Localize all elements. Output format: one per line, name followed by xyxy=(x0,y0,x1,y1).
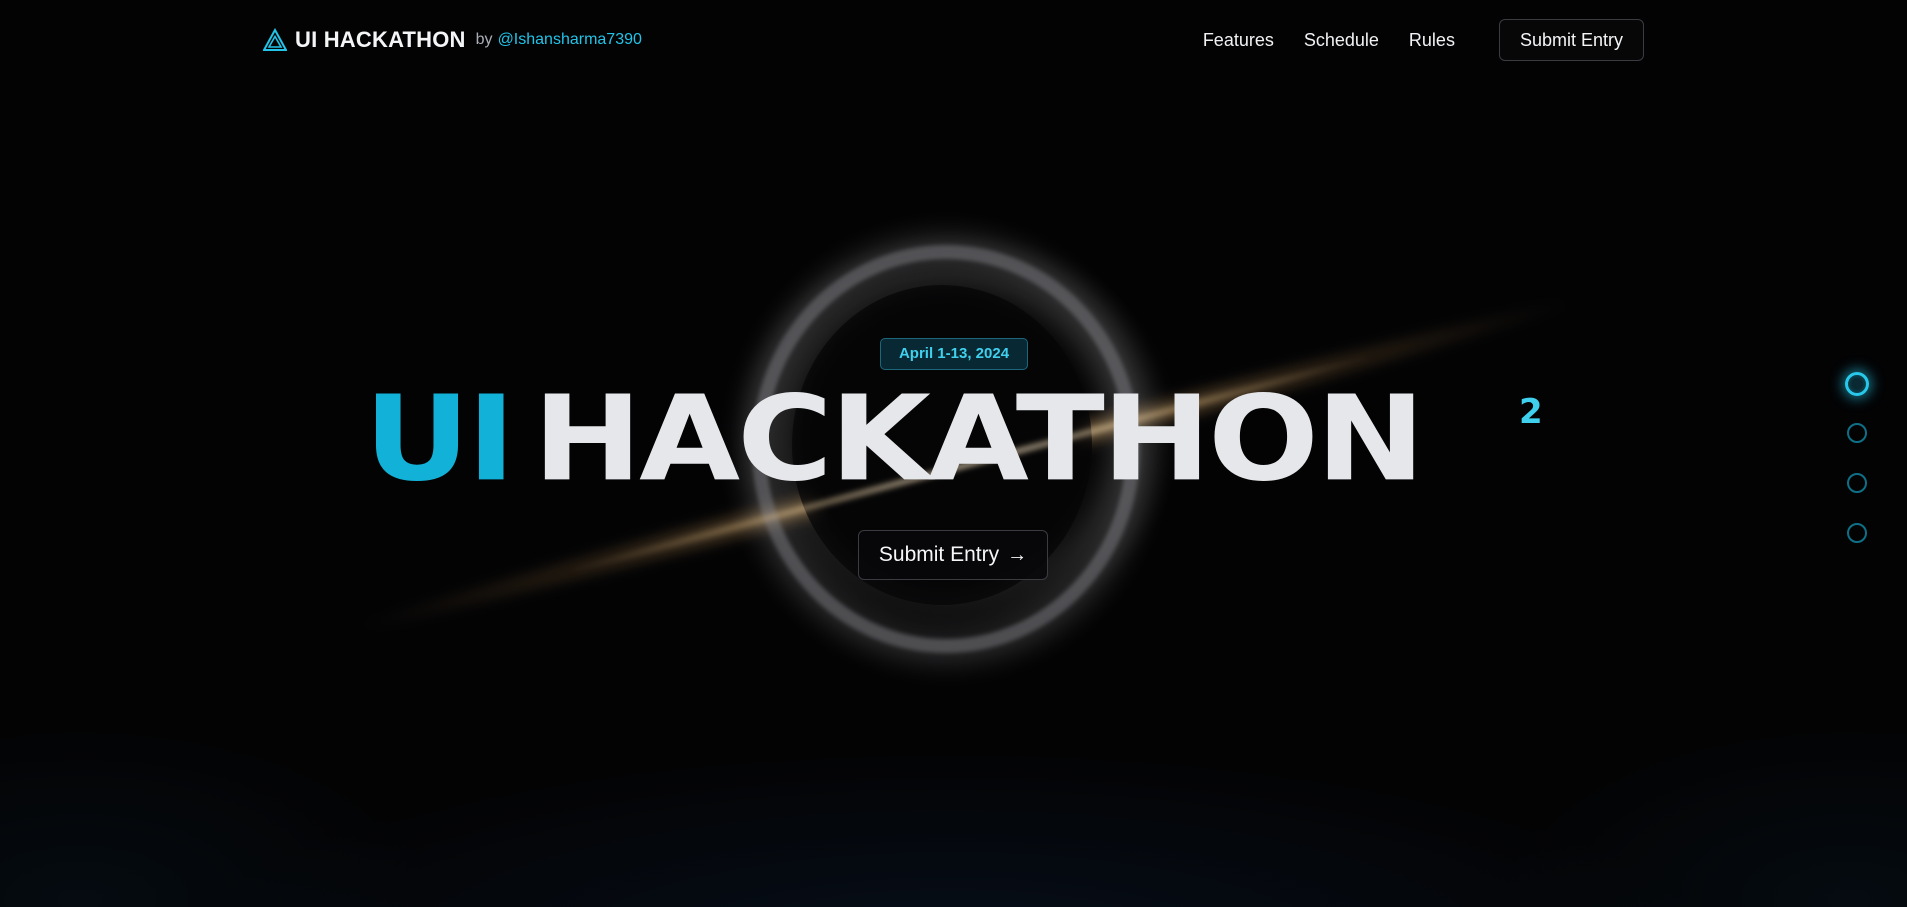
hero-title-accent: UI xyxy=(364,370,516,508)
submit-entry-label: Submit Entry xyxy=(878,543,1000,566)
section-dot-1[interactable] xyxy=(1845,372,1869,396)
section-dot-4[interactable] xyxy=(1847,523,1867,543)
brand-title: UI HACKATHON xyxy=(295,27,466,52)
submit-entry-nav-button[interactable]: Submit Entry xyxy=(1498,19,1644,61)
hero-title-superscript: 2 xyxy=(1519,392,1543,432)
section-dot-2[interactable] xyxy=(1847,423,1867,443)
submit-entry-button[interactable]: Submit Entry → xyxy=(858,530,1048,580)
hero-title-main: HACKATHON xyxy=(532,370,1425,508)
nav-link-schedule[interactable]: Schedule xyxy=(1304,30,1379,51)
section-dot-3[interactable] xyxy=(1847,473,1867,493)
hero-title: UI HACKATHON xyxy=(364,380,1568,500)
page: UI HACKATHON by @Ishansharma7390 Feature… xyxy=(0,0,1907,907)
triangle-logo-icon xyxy=(262,27,288,52)
author-handle-link[interactable]: @Ishansharma7390 xyxy=(498,31,642,49)
nav-link-features[interactable]: Features xyxy=(1203,30,1274,51)
top-navbar: UI HACKATHON by @Ishansharma7390 Feature… xyxy=(0,0,1907,80)
brand[interactable]: UI HACKATHON by @Ishansharma7390 xyxy=(262,24,642,56)
brand-by-label: by xyxy=(475,31,493,48)
main-nav: Features Schedule Rules Submit Entry xyxy=(1203,19,1644,61)
nav-link-rules[interactable]: Rules xyxy=(1409,30,1455,51)
event-date-badge: April 1-13, 2024 xyxy=(880,338,1028,370)
arrow-right-icon: → xyxy=(1007,543,1028,566)
